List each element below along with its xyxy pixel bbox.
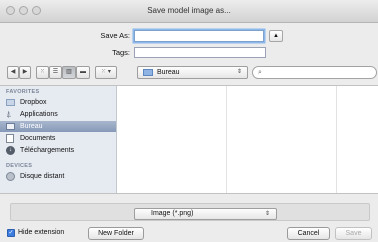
- cancel-button[interactable]: Cancel: [287, 227, 330, 240]
- icon-view-button[interactable]: ⁙: [36, 66, 49, 79]
- sidebar: FAVORITES Dropbox ⍋ Applications Bureau …: [0, 86, 117, 193]
- save-as-field[interactable]: [134, 30, 264, 42]
- format-label: Image (*.png): [151, 210, 194, 217]
- tags-field[interactable]: [134, 47, 266, 58]
- new-folder-button[interactable]: New Folder: [88, 227, 144, 240]
- location-label: Bureau: [157, 69, 180, 76]
- sidebar-item-disque-distant[interactable]: Disque distant: [0, 171, 116, 182]
- back-button[interactable]: ◀: [7, 66, 19, 79]
- sidebar-item-telechargements[interactable]: ↓ Téléchargements: [0, 145, 116, 156]
- filename-section: Save As: ▲ Tags:: [0, 23, 378, 61]
- updown-arrows-icon: ⇕: [236, 69, 242, 75]
- chevron-up-icon: ▲: [273, 33, 279, 39]
- format-popup[interactable]: Image (*.png) ⇕: [134, 208, 277, 220]
- save-button[interactable]: Save: [335, 227, 372, 240]
- sidebar-header-favorites: FAVORITES: [6, 89, 40, 95]
- desktop-icon: [6, 123, 15, 130]
- search-icon: ⌕: [258, 69, 262, 76]
- location-popup[interactable]: Bureau ⇕: [137, 66, 248, 79]
- sidebar-header-devices: DEVICES: [6, 163, 33, 169]
- hide-extension-checkbox[interactable]: ✓: [7, 229, 15, 237]
- list-icon: ☰: [52, 69, 59, 75]
- title-bar: Save model image as...: [0, 0, 378, 23]
- coverflow-view-button[interactable]: ▬: [76, 66, 90, 79]
- documents-icon: [6, 134, 14, 143]
- format-box: Image (*.png) ⇕: [10, 203, 370, 221]
- column-view-button[interactable]: ▥: [62, 66, 76, 79]
- coverflow-icon: ▬: [80, 69, 86, 75]
- tags-label: Tags:: [112, 48, 130, 57]
- browser-column-2[interactable]: [227, 86, 337, 193]
- search-field[interactable]: ⌕: [252, 66, 377, 79]
- disk-icon: [6, 172, 15, 181]
- applications-icon: ⍋: [6, 109, 12, 119]
- folder-icon: [6, 99, 15, 106]
- forward-button[interactable]: ▶: [19, 66, 31, 79]
- dialog-footer: Image (*.png) ⇕ ✓ Hide extension New Fol…: [0, 194, 378, 242]
- columns-icon: ▥: [66, 69, 72, 75]
- updown-arrows-icon: ⇕: [264, 211, 270, 217]
- hide-extension-label[interactable]: Hide extension: [18, 228, 64, 238]
- save-dialog: Save model image as... Save As: ▲ Tags: …: [0, 0, 378, 242]
- browser-toolbar: ◀ ▶ ⁙ ☰ ▥ ▬ ⁙ ▾ Bureau ⇕ ⌕: [0, 62, 378, 84]
- arrange-button[interactable]: ⁙ ▾: [95, 66, 117, 79]
- sidebar-item-applications[interactable]: ⍋ Applications: [0, 109, 116, 120]
- download-icon: ↓: [6, 146, 15, 155]
- grid-icon: ⁙: [39, 69, 46, 75]
- file-browser: FAVORITES Dropbox ⍋ Applications Bureau …: [0, 85, 378, 194]
- sidebar-item-bureau[interactable]: Bureau: [0, 121, 116, 132]
- arrange-icon: ⁙ ▾: [101, 69, 111, 75]
- chevron-left-icon: ◀: [10, 69, 16, 75]
- list-view-button[interactable]: ☰: [49, 66, 62, 79]
- chevron-right-icon: ▶: [22, 69, 28, 75]
- save-as-label: Save As:: [100, 31, 130, 40]
- sidebar-item-dropbox[interactable]: Dropbox: [0, 97, 116, 108]
- browser-column-1[interactable]: [117, 86, 227, 193]
- expand-dialog-button[interactable]: ▲: [269, 30, 283, 42]
- folder-icon: [143, 69, 153, 76]
- sidebar-item-documents[interactable]: Documents: [0, 133, 116, 144]
- window-title: Save model image as...: [147, 6, 231, 15]
- checkmark-icon: ✓: [8, 230, 14, 236]
